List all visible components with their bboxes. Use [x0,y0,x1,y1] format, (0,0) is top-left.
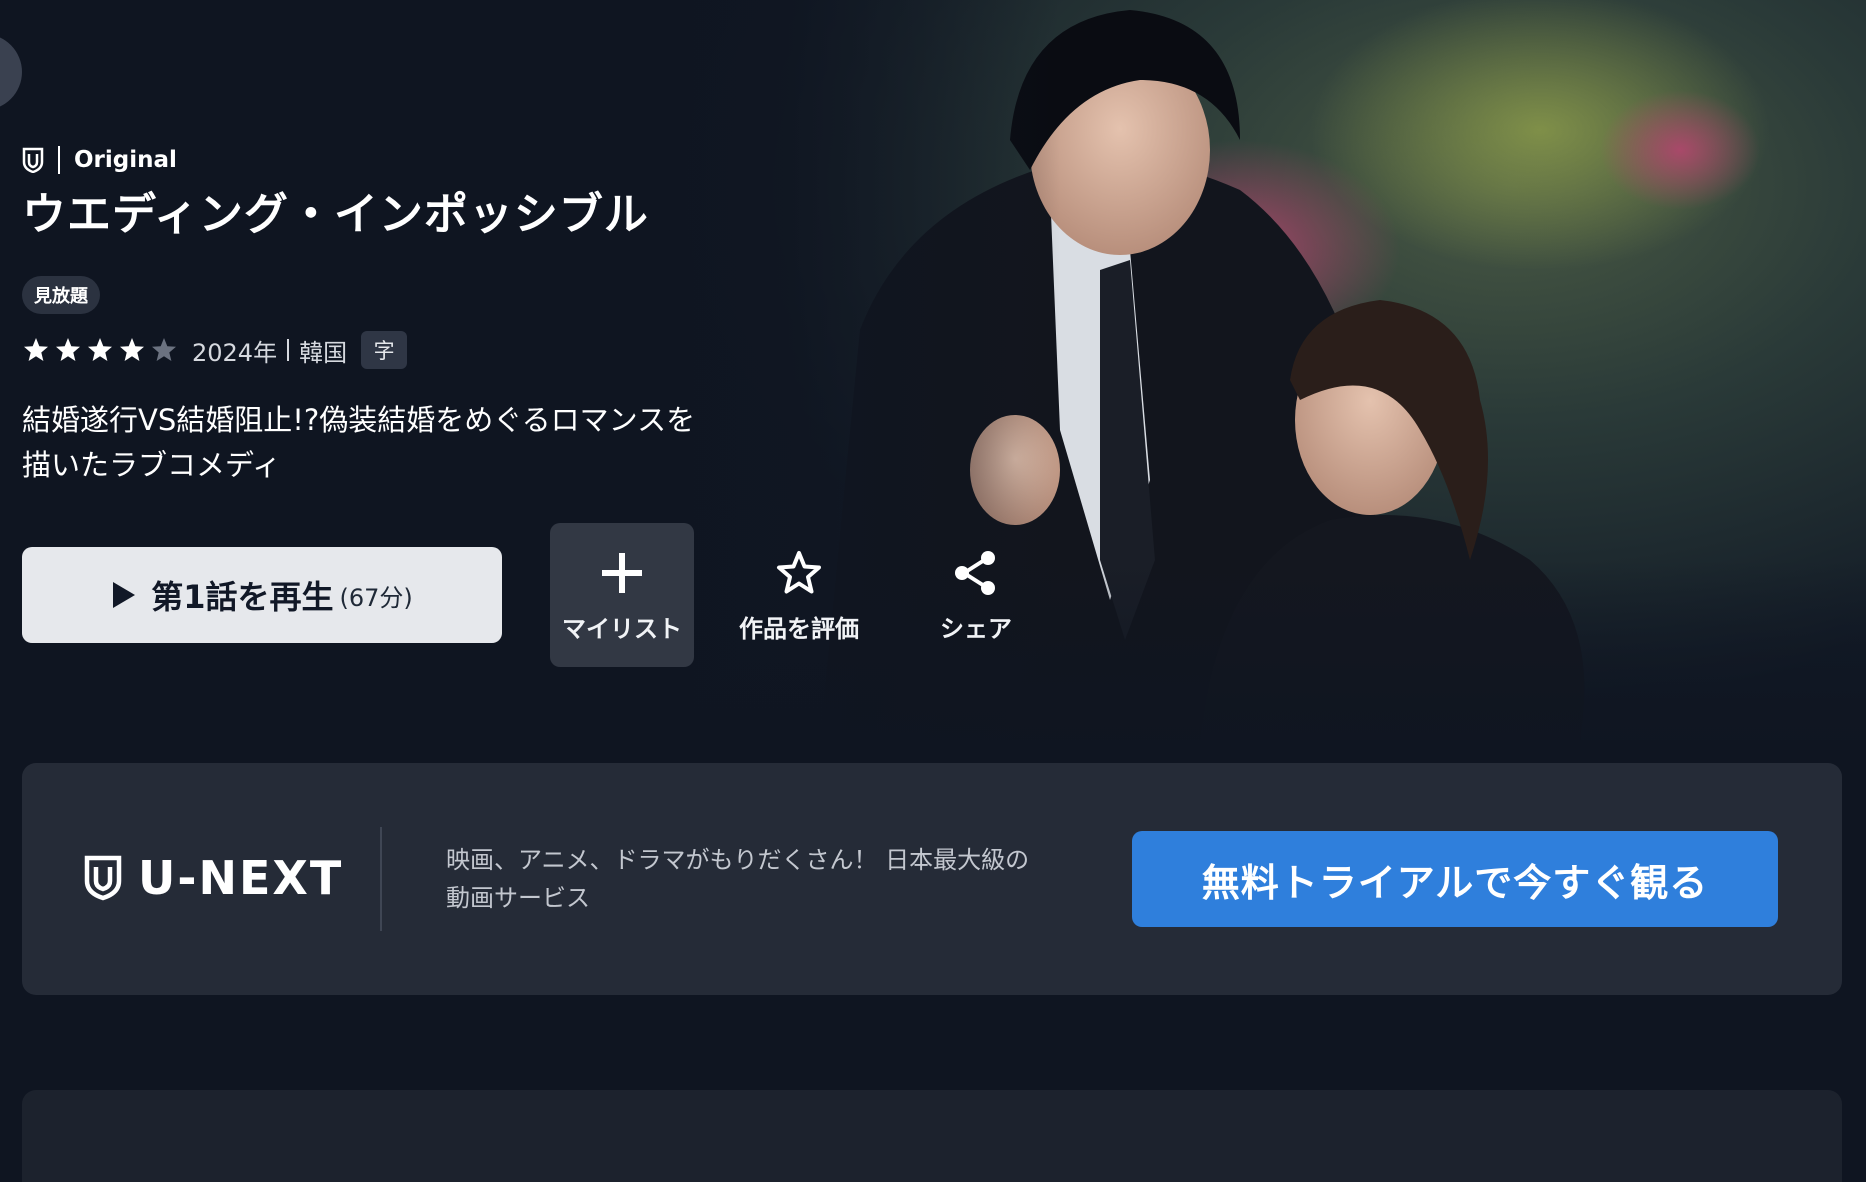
release-year: 2024年 [192,338,278,367]
status-badge: 見放題 [22,276,100,314]
promo-banner: U-NEXT 映画、アニメ、ドラマがもりだくさん！ 日本最大級の動画サービス 無… [22,763,1842,995]
star-icon [152,338,176,361]
meta-divider [287,339,290,361]
original-label: Original [74,147,177,173]
play-button[interactable]: 第1話を再生 (67分) [22,547,502,643]
meta-row: 2024年 韓国 字 [22,330,408,370]
subtitle-badge: 字 [361,331,408,369]
rate-label: 作品を評価 [739,614,859,643]
rating-stars [22,336,178,364]
star-icon [24,338,48,361]
original-brand: Original [22,146,177,174]
brand-divider [58,146,60,174]
shield-icon [84,855,122,901]
back-button[interactable] [0,34,22,110]
play-icon [113,582,136,608]
share-button[interactable]: シェア [904,523,1048,667]
play-duration: (67分) [339,583,413,612]
star-outline-icon [777,550,821,593]
star-icon [88,338,112,361]
play-label: 第1話を再生 [151,578,334,616]
banner-text: 映画、アニメ、ドラマがもりだくさん！ 日本最大級の動画サービス [446,846,1030,912]
content-card [22,1090,1842,1182]
plus-icon [602,552,642,593]
share-icon [955,550,995,595]
country: 韓国 [299,338,348,367]
unext-logo: U-NEXT [84,851,343,905]
description: 結婚遂行VS結婚阻止!?偽装結婚をめぐるロマンスを描いたラブコメディ [22,403,696,482]
page-title: ウエディング・インポッシブル [22,189,649,240]
banner-divider [380,827,382,931]
free-trial-button[interactable]: 無料トライアルで今すぐ観る [1132,831,1778,927]
mylist-button[interactable]: マイリスト [550,523,694,667]
star-icon [56,338,80,361]
mylist-label: マイリスト [562,614,682,643]
logo-text: U-NEXT [138,851,344,905]
share-label: シェア [940,614,1012,643]
page: Original ウエディング・インポッシブル 見放題 2024年 韓国 字 結… [0,0,1866,1182]
rate-button[interactable]: 作品を評価 [727,523,871,667]
star-icon [120,338,144,361]
shield-icon [22,147,44,173]
